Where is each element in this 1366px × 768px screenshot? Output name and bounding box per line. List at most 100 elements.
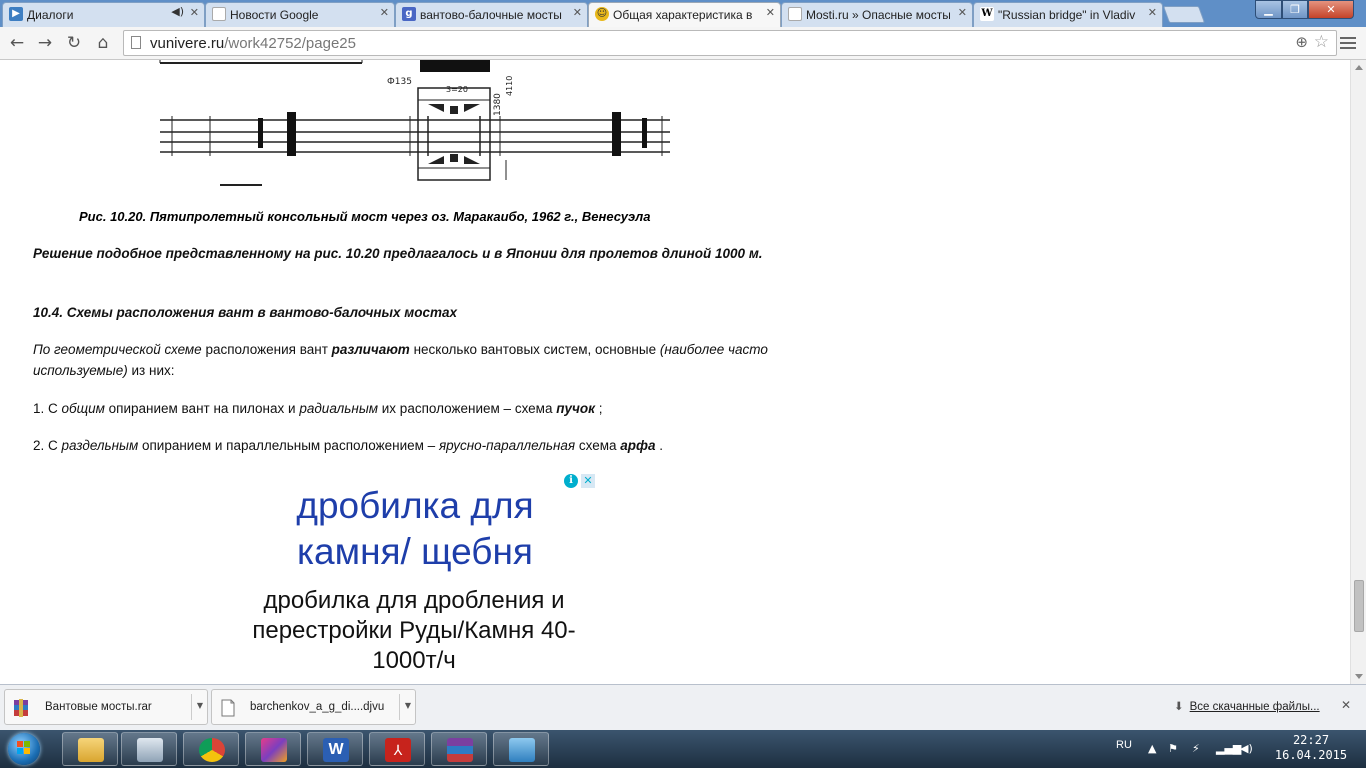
- close-tab-icon[interactable]: ✕: [1148, 6, 1157, 19]
- explorer-icon: [78, 738, 104, 762]
- dropdown-caret-icon[interactable]: ▼: [405, 701, 411, 710]
- download-bar: Вантовые мосты.rar ▼ barchenkov_a_g_di..…: [0, 684, 1366, 730]
- address-bar[interactable]: vunivere.ru/work42752/page25 ⊕ ☆: [123, 30, 1337, 56]
- download-item[interactable]: Вантовые мосты.rar ▼: [4, 689, 208, 725]
- close-download-bar-icon[interactable]: ✕: [1341, 698, 1351, 712]
- section-heading: 10.4. Схемы расположения вант в вантово-…: [33, 305, 458, 320]
- power-icon[interactable]: ⚡: [1192, 742, 1200, 755]
- tab-title: Диалоги: [27, 8, 74, 22]
- scroll-down-arrow-icon[interactable]: [1355, 674, 1363, 679]
- scroll-up-arrow-icon[interactable]: [1355, 65, 1363, 70]
- taskbar-winrar[interactable]: [431, 732, 487, 766]
- url-host: vunivere.ru: [150, 35, 225, 52]
- figure-caption: Рис. 10.20. Пятипролетный консольный мос…: [79, 209, 651, 224]
- forward-arrow-icon[interactable]: →: [34, 32, 56, 54]
- clock-date: 16.04.2015: [1274, 748, 1348, 762]
- close-tab-icon[interactable]: ✕: [573, 6, 582, 19]
- tab-google-news[interactable]: Новости Google ✕: [205, 2, 395, 27]
- maximize-button[interactable]: ❐: [1282, 0, 1308, 19]
- download-name: Вантовые мосты.rar: [45, 701, 152, 713]
- chrome-menu-icon[interactable]: [1340, 35, 1356, 51]
- advertisement[interactable]: i ✕ дробилка для камня/ щебня дробилка д…: [230, 471, 600, 684]
- app-icon: [261, 738, 287, 762]
- start-button[interactable]: [4, 731, 44, 767]
- winrar-icon: [14, 699, 28, 717]
- page-icon: [212, 7, 226, 21]
- winrar-icon: [447, 738, 473, 762]
- word-icon: W: [323, 738, 349, 762]
- close-tab-icon[interactable]: ✕: [380, 6, 389, 19]
- document-icon: [221, 699, 235, 717]
- minimize-button[interactable]: ▁: [1255, 0, 1282, 19]
- network-signal-icon[interactable]: ▂▄▆: [1216, 742, 1241, 755]
- tab-active-page[interactable]: ☺ Общая характеристика в ✕: [588, 2, 781, 27]
- new-tab-button[interactable]: [1162, 6, 1206, 23]
- google-search-icon: g: [402, 7, 416, 21]
- paragraph-japan: Решение подобное представленному на рис.…: [33, 246, 763, 261]
- action-center-flag-icon[interactable]: ⚑: [1168, 742, 1178, 755]
- tab-wikipedia[interactable]: W "Russian bridge" in Vladiv ✕: [973, 2, 1163, 27]
- tab-title: Новости Google: [230, 8, 319, 22]
- tab-mosti[interactable]: Mosti.ru » Опасные мосты ✕: [781, 2, 973, 27]
- language-indicator[interactable]: RU: [1116, 739, 1132, 751]
- scrollbar-thumb[interactable]: [1354, 580, 1364, 632]
- acrobat-icon: ⅄: [385, 738, 411, 762]
- tab-strip: ▶ Диалоги ◀) ✕ Новости Google ✕ g вантов…: [0, 0, 1366, 27]
- close-tab-icon[interactable]: ✕: [766, 6, 775, 19]
- download-item[interactable]: barchenkov_a_g_di....djvu ▼: [211, 689, 416, 725]
- taskbar-chrome[interactable]: [183, 732, 239, 766]
- figure-label-dia: Ф135: [387, 77, 412, 87]
- page-icon: [788, 7, 802, 21]
- wikipedia-icon: W: [980, 7, 994, 21]
- figure-label-dim3: 4110: [505, 76, 514, 96]
- download-arrow-icon: ⬇: [1174, 699, 1184, 713]
- vertical-scrollbar[interactable]: [1350, 60, 1366, 684]
- url-text[interactable]: vunivere.ru/work42752/page25: [150, 35, 356, 52]
- close-tab-icon[interactable]: ✕: [958, 6, 967, 19]
- calculator-icon: [137, 738, 163, 762]
- taskbar-acrobat[interactable]: ⅄: [369, 732, 425, 766]
- list-item-harp: 2. С раздельным опиранием и параллельным…: [33, 438, 663, 453]
- bridge-scheme-figure: Ф135 3=20 1380 4110: [159, 60, 670, 186]
- taskbar-calculator[interactable]: [121, 732, 177, 766]
- taskbar-explorer[interactable]: [62, 732, 118, 766]
- ad-title[interactable]: дробилка для камня/ щебня: [250, 483, 580, 575]
- close-window-button[interactable]: ✕: [1308, 0, 1354, 19]
- clock-time: 22:27: [1292, 733, 1330, 747]
- ad-description[interactable]: дробилка для дробления и перестройки Руд…: [230, 586, 598, 676]
- windows-logo-icon: [8, 733, 40, 765]
- reload-icon[interactable]: ↻: [63, 32, 85, 54]
- tab-title: "Russian bridge" in Vladiv: [998, 8, 1136, 22]
- ad-close-icon[interactable]: ✕: [581, 474, 595, 488]
- tab-title: вантово-балочные мосты: [420, 8, 562, 22]
- taskbar-word[interactable]: W: [307, 732, 363, 766]
- system-clock[interactable]: 22:27 16.04.2015: [1262, 733, 1360, 763]
- figure-label-dim2: 1380: [493, 93, 503, 116]
- chrome-icon: [199, 738, 225, 762]
- tab-dialogs[interactable]: ▶ Диалоги ◀) ✕: [2, 2, 205, 27]
- browser-toolbar: ← → ↻ ⌂ vunivere.ru/work42752/page25 ⊕ ☆: [0, 27, 1366, 60]
- taskbar-app[interactable]: [245, 732, 301, 766]
- tab-google-search[interactable]: g вантово-балочные мосты ✕: [395, 2, 588, 27]
- show-hidden-icons-icon[interactable]: ▲: [1148, 742, 1156, 755]
- volume-icon[interactable]: ◀): [1240, 742, 1253, 755]
- paragraph-geometric-scheme: По геометрической схеме расположения ван…: [33, 342, 768, 378]
- taskbar-photo-viewer[interactable]: [493, 732, 549, 766]
- url-path: /work42752/page25: [224, 35, 356, 52]
- back-arrow-icon[interactable]: ←: [6, 32, 28, 54]
- tab-title: Mosti.ru » Опасные мосты: [806, 8, 950, 22]
- show-all-downloads-link[interactable]: ⬇ Все скачанные файлы...: [1174, 699, 1320, 713]
- photo-viewer-icon: [509, 738, 535, 762]
- page-content: Ф135 3=20 1380 4110 Рис. 10.20. Пятипрол…: [0, 60, 1350, 684]
- windows-taskbar: W ⅄ RU ▲ ⚑ ⚡ ▂▄▆ ◀) 22:27 16.04.2015: [0, 730, 1366, 768]
- dropdown-caret-icon[interactable]: ▼: [197, 701, 203, 710]
- close-tab-icon[interactable]: ✕: [190, 6, 199, 19]
- zoom-icon[interactable]: ⊕: [1295, 33, 1308, 51]
- home-icon[interactable]: ⌂: [92, 32, 114, 54]
- speaker-icon[interactable]: ◀): [171, 5, 184, 18]
- smiley-icon: ☺: [595, 7, 609, 21]
- download-name: barchenkov_a_g_di....djvu: [250, 701, 385, 713]
- bookmark-star-icon[interactable]: ☆: [1314, 32, 1329, 52]
- tab-title: Общая характеристика в: [613, 8, 753, 22]
- page-info-icon[interactable]: [131, 36, 141, 49]
